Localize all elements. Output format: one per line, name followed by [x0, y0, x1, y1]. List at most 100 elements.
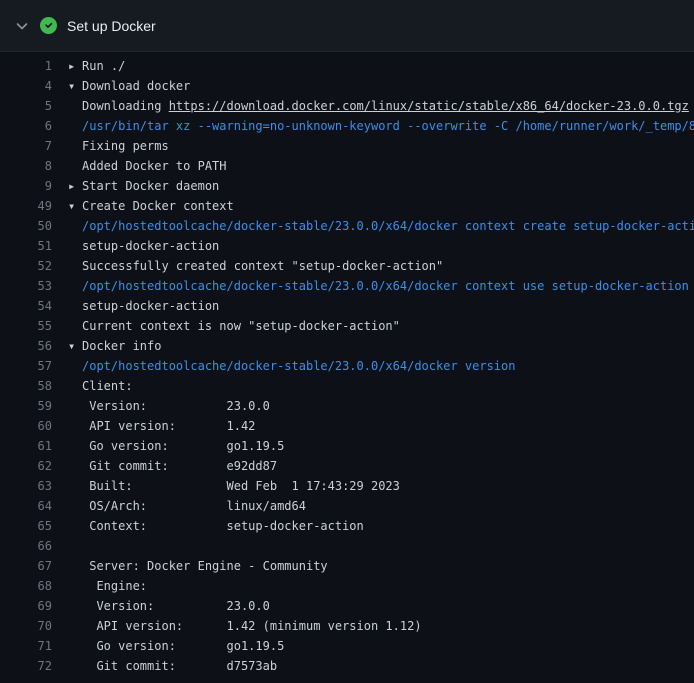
log-text: Built: Wed Feb 1 17:43:29 2023	[52, 476, 400, 496]
log-line: 68 Engine:	[0, 576, 694, 596]
log-container: 1▸Run ./4▾Download docker5Downloading ht…	[0, 52, 694, 676]
log-line: 65 Context: setup-docker-action	[0, 516, 694, 536]
group-label: Docker info	[82, 339, 161, 353]
log-text: OS/Arch: linux/amd64	[52, 496, 306, 516]
line-number[interactable]: 9	[0, 176, 52, 196]
line-number[interactable]: 63	[0, 476, 52, 496]
line-number[interactable]: 66	[0, 536, 52, 556]
line-number[interactable]: 57	[0, 356, 52, 376]
group-label: Start Docker daemon	[82, 179, 219, 193]
log-group-row: 4▾Download docker	[0, 76, 694, 96]
command-text: /opt/hostedtoolcache/docker-stable/23.0.…	[52, 276, 689, 296]
group-toggle[interactable]: ▸Run ./	[52, 56, 125, 76]
step-header[interactable]: Set up Docker	[0, 0, 694, 52]
log-link[interactable]: https://download.docker.com/linux/static…	[169, 99, 689, 113]
log-line: 8Added Docker to PATH	[0, 156, 694, 176]
log-text: Git commit: e92dd87	[52, 456, 277, 476]
log-line: 52Successfully created context "setup-do…	[0, 256, 694, 276]
line-number[interactable]: 69	[0, 596, 52, 616]
line-number[interactable]: 1	[0, 56, 52, 76]
line-number[interactable]: 52	[0, 256, 52, 276]
log-line: 54setup-docker-action	[0, 296, 694, 316]
line-number[interactable]: 59	[0, 396, 52, 416]
log-line: 66	[0, 536, 694, 556]
log-text: Version: 23.0.0	[52, 596, 270, 616]
log-text: Context: setup-docker-action	[52, 516, 364, 536]
success-check-icon	[40, 17, 57, 34]
line-number[interactable]: 72	[0, 656, 52, 676]
line-number[interactable]: 62	[0, 456, 52, 476]
log-text: API version: 1.42	[52, 416, 255, 436]
line-number[interactable]: 68	[0, 576, 52, 596]
log-line: 6/usr/bin/tar xz --warning=no-unknown-ke…	[0, 116, 694, 136]
line-number[interactable]: 56	[0, 336, 52, 356]
log-line: 64 OS/Arch: linux/amd64	[0, 496, 694, 516]
log-group-row: 1▸Run ./	[0, 56, 694, 76]
line-number[interactable]: 6	[0, 116, 52, 136]
log-text: Version: 23.0.0	[52, 396, 270, 416]
line-number[interactable]: 49	[0, 196, 52, 216]
line-number[interactable]: 65	[0, 516, 52, 536]
log-text: Successfully created context "setup-dock…	[52, 256, 443, 276]
line-number[interactable]: 5	[0, 96, 52, 116]
log-line: 67 Server: Docker Engine - Community	[0, 556, 694, 576]
log-text: Client:	[52, 376, 133, 396]
group-label: Create Docker context	[82, 199, 234, 213]
log-group-row: 56▾Docker info	[0, 336, 694, 356]
log-line: 7Fixing perms	[0, 136, 694, 156]
line-number[interactable]: 7	[0, 136, 52, 156]
line-number[interactable]: 8	[0, 156, 52, 176]
line-number[interactable]: 61	[0, 436, 52, 456]
line-number[interactable]: 67	[0, 556, 52, 576]
log-text: Fixing perms	[52, 136, 169, 156]
log-text: Git commit: d7573ab	[52, 656, 277, 676]
log-line: 71 Go version: go1.19.5	[0, 636, 694, 656]
step-title: Set up Docker	[67, 18, 156, 34]
log-line: 69 Version: 23.0.0	[0, 596, 694, 616]
chevron-down-icon[interactable]	[14, 18, 30, 34]
group-toggle[interactable]: ▾Create Docker context	[52, 196, 234, 216]
group-toggle[interactable]: ▾Docker info	[52, 336, 161, 356]
line-number[interactable]: 70	[0, 616, 52, 636]
chevron-collapsed-icon[interactable]: ▸	[68, 176, 82, 196]
log-line: 70 API version: 1.42 (minimum version 1.…	[0, 616, 694, 636]
chevron-expanded-icon[interactable]: ▾	[68, 336, 82, 356]
command-text: /usr/bin/tar xz --warning=no-unknown-key…	[52, 116, 694, 136]
log-group-row: 49▾Create Docker context	[0, 196, 694, 216]
log-text: setup-docker-action	[52, 296, 219, 316]
log-text: API version: 1.42 (minimum version 1.12)	[52, 616, 422, 636]
log-line: 50/opt/hostedtoolcache/docker-stable/23.…	[0, 216, 694, 236]
command-text: /opt/hostedtoolcache/docker-stable/23.0.…	[52, 356, 515, 376]
line-number[interactable]: 58	[0, 376, 52, 396]
line-number[interactable]: 64	[0, 496, 52, 516]
log-line: 55Current context is now "setup-docker-a…	[0, 316, 694, 336]
log-line: 51setup-docker-action	[0, 236, 694, 256]
log-text: Current context is now "setup-docker-act…	[52, 316, 400, 336]
log-text: Downloading https://download.docker.com/…	[52, 96, 689, 116]
line-number[interactable]: 50	[0, 216, 52, 236]
log-line: 62 Git commit: e92dd87	[0, 456, 694, 476]
line-number[interactable]: 51	[0, 236, 52, 256]
chevron-expanded-icon[interactable]: ▾	[68, 76, 82, 96]
log-line: 63 Built: Wed Feb 1 17:43:29 2023	[0, 476, 694, 496]
group-toggle[interactable]: ▾Download docker	[52, 76, 190, 96]
line-number[interactable]: 71	[0, 636, 52, 656]
group-toggle[interactable]: ▸Start Docker daemon	[52, 176, 219, 196]
log-text: Added Docker to PATH	[52, 156, 227, 176]
group-label: Run ./	[82, 59, 125, 73]
log-text: Go version: go1.19.5	[52, 636, 284, 656]
line-number[interactable]: 60	[0, 416, 52, 436]
log-line: 72 Git commit: d7573ab	[0, 656, 694, 676]
log-text: Server: Docker Engine - Community	[52, 556, 328, 576]
line-number[interactable]: 55	[0, 316, 52, 336]
log-text: setup-docker-action	[52, 236, 219, 256]
line-number[interactable]: 4	[0, 76, 52, 96]
chevron-expanded-icon[interactable]: ▾	[68, 196, 82, 216]
command-text: /opt/hostedtoolcache/docker-stable/23.0.…	[52, 216, 694, 236]
log-line: 58Client:	[0, 376, 694, 396]
line-number[interactable]: 53	[0, 276, 52, 296]
chevron-collapsed-icon[interactable]: ▸	[68, 56, 82, 76]
log-line: 53/opt/hostedtoolcache/docker-stable/23.…	[0, 276, 694, 296]
line-number[interactable]: 54	[0, 296, 52, 316]
log-line: 5Downloading https://download.docker.com…	[0, 96, 694, 116]
